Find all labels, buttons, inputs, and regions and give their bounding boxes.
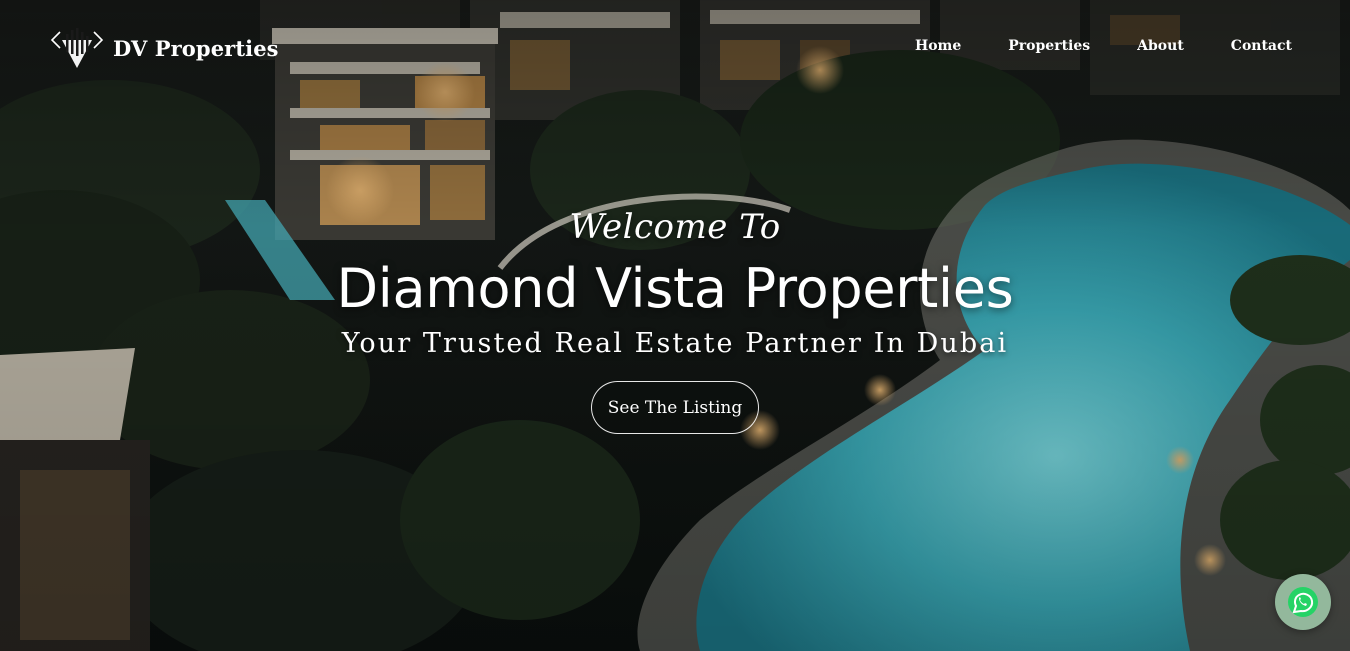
nav-contact[interactable]: Contact <box>1231 38 1292 54</box>
whatsapp-icon <box>1288 587 1318 617</box>
whatsapp-chat-button[interactable] <box>1275 574 1331 630</box>
brand-name: DV Properties <box>113 35 279 61</box>
diamond-skyline-logo-icon <box>50 28 104 68</box>
hero-content: Welcome To Diamond Vista Properties Your… <box>0 205 1350 434</box>
hero-title: Diamond Vista Properties <box>336 257 1014 320</box>
cta-wrapper: See The Listing <box>0 381 1350 434</box>
hero-section: DV Properties Home Properties About Cont… <box>0 0 1350 651</box>
brand-home-link[interactable]: DV Properties <box>50 26 279 70</box>
hero-welcome-text: Welcome To <box>569 207 781 247</box>
nav-properties[interactable]: Properties <box>1008 38 1090 54</box>
nav-about[interactable]: About <box>1137 38 1184 54</box>
see-listing-button[interactable]: See The Listing <box>590 381 760 434</box>
hero-tagline: Your Trusted Real Estate Partner In Duba… <box>341 328 1009 359</box>
nav-home[interactable]: Home <box>915 38 961 54</box>
main-nav: Home Properties About Contact <box>868 38 1292 54</box>
top-navbar: DV Properties Home Properties About Cont… <box>0 0 1350 96</box>
